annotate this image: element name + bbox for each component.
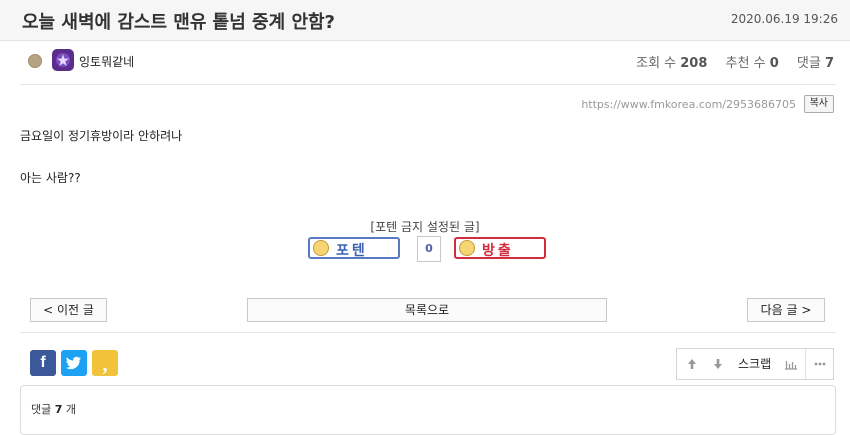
more-dots-icon[interactable] — [813, 349, 827, 379]
views-label: 조회 수 — [636, 56, 677, 71]
list-button[interactable]: 목록으로 — [247, 298, 607, 322]
arrow-up-icon[interactable] — [686, 349, 698, 379]
divider — [20, 84, 836, 85]
comment-count-unit: 개 — [65, 403, 77, 416]
scrap-button[interactable]: 스크랩 — [738, 349, 771, 379]
recommends-count: 0 — [769, 56, 779, 71]
copy-url-button[interactable]: 복사 — [803, 95, 834, 113]
divider — [805, 349, 806, 379]
post-stats: 조회 수 208 추천 수 0 댓글 7 — [636, 52, 834, 71]
post-tools: 스크랩 — [676, 348, 834, 380]
bar-chart-icon[interactable] — [784, 349, 798, 379]
comments-count: 7 — [824, 56, 834, 71]
vote-caption: [포텐 금지 설정된 글] — [370, 220, 480, 234]
facebook-icon[interactable]: f — [30, 350, 56, 376]
post-title: 오늘 새벽에 감스트 맨유 톹넘 중계 안함? — [22, 12, 335, 33]
profile-avatar[interactable] — [52, 49, 74, 71]
author-name[interactable]: 잉토뭐같네 — [79, 53, 134, 70]
post-url[interactable]: https://www.fmkorea.com/2953686705 — [581, 98, 796, 111]
popular-vote-label: 포텐 — [336, 243, 368, 259]
arrow-down-icon[interactable] — [712, 349, 724, 379]
vote-count: 0 — [417, 236, 441, 262]
next-post-button[interactable]: 다음 글 > — [747, 298, 825, 322]
views-count: 208 — [680, 56, 708, 71]
popular-vote-button[interactable]: 포텐 — [308, 237, 400, 259]
recommends-label: 추천 수 — [725, 56, 766, 71]
post-body-line: 아는 사람?? — [20, 171, 81, 185]
kakaostory-icon[interactable]: , — [92, 350, 118, 376]
twitter-icon[interactable] — [61, 350, 87, 376]
comment-section: 댓글 7 개 — [20, 385, 836, 435]
comments-label: 댓글 — [796, 56, 821, 71]
face-icon — [459, 240, 475, 256]
post-body-line: 금요일이 정기휴방이라 안하려나 — [20, 129, 183, 143]
prev-post-button[interactable]: < 이전 글 — [30, 298, 107, 322]
post-date: 2020.06.19 19:26 — [730, 12, 838, 26]
comment-count-value: 7 — [54, 403, 63, 416]
bomb-vote-label: 방출 — [482, 243, 514, 259]
bomb-vote-button[interactable]: 방출 — [454, 237, 546, 259]
comment-count-header: 댓글 7 개 — [31, 401, 76, 417]
level-dot-icon — [28, 54, 42, 68]
comment-count-label: 댓글 — [31, 403, 52, 416]
face-icon — [313, 240, 329, 256]
divider — [20, 332, 836, 333]
